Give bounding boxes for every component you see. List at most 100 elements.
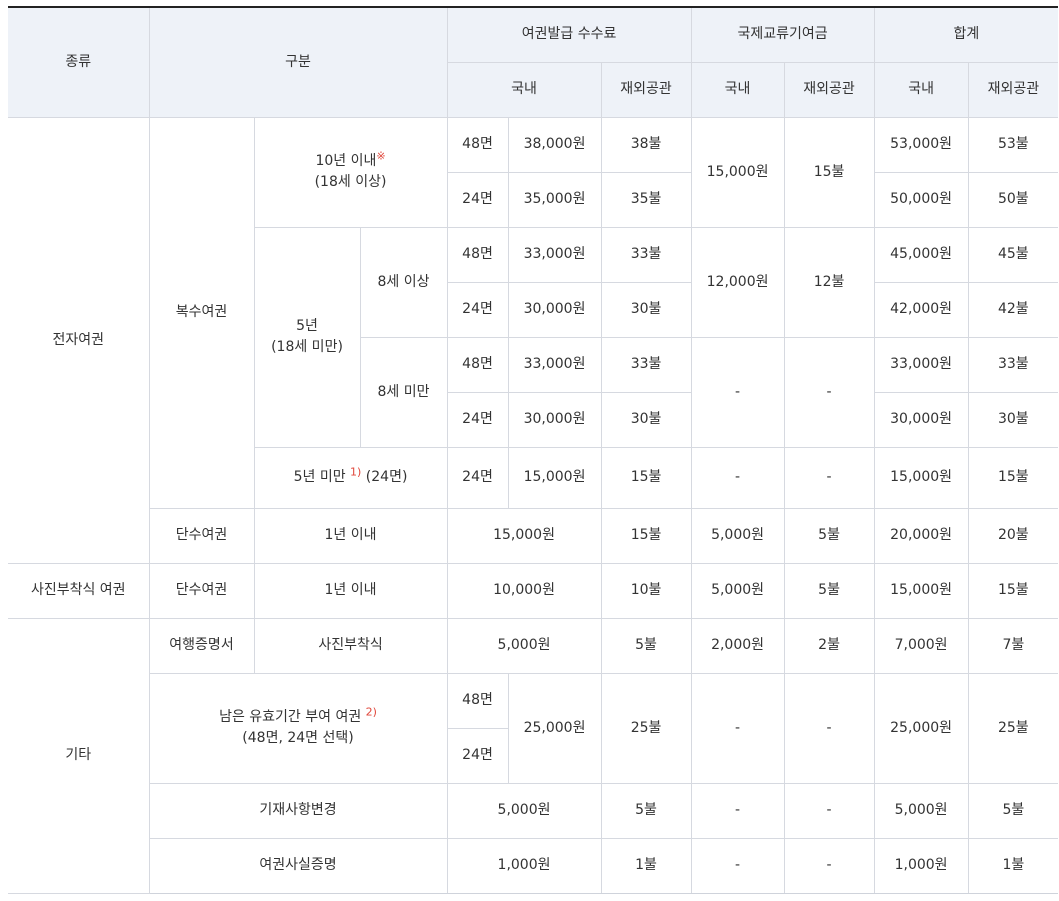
header-issue-overseas: 재외공관 [600,61,692,118]
issue-fee-domestic: 38,000원 [507,116,602,173]
total-overseas: 53불 [967,116,1059,173]
header-issue-domestic: 국내 [447,61,602,118]
category-ten-years: 10년 이내※ (18세 이상) [253,116,448,228]
issue-fee-overseas: 35불 [600,171,692,228]
category-under-five-years: 5년 미만 1) (24면) [254,446,448,509]
category-remaining-validity: 남은 유효기간 부여 여권 2) (48면, 24면 선택) [149,672,448,784]
category-multiple-passport: 복수여권 [148,116,255,509]
age-18-under-label: (18세 미만) [271,339,343,355]
table-row: 기타 여행증명서 사진부착식 5,000원 5불 2,000원 2불 7,000… [8,617,1059,894]
issue-fee-overseas: 33불 [600,336,692,393]
issue-fee-domestic: 30,000원 [507,391,602,448]
table-row: 단수여권 1년 이내 15,000원 15불 5,000원 5불 20,000원… [8,507,1059,564]
remaining-validity-label: 남은 유효기간 부여 여권 [219,709,362,725]
fund-domestic: - [690,837,785,894]
fund-overseas: 15불 [783,116,875,228]
issue-fee-overseas: 30불 [600,391,692,448]
issue-fee-overseas: 15불 [600,507,692,564]
fund-domestic: - [690,446,785,509]
total-domestic: 45,000원 [873,226,969,283]
total-overseas: 42불 [967,281,1059,338]
issue-fee-domestic: 5,000원 [446,782,602,839]
fund-overseas: - [783,837,875,894]
pages-cell: 48면 [446,336,509,393]
type-epassport: 전자여권 [8,116,150,564]
total-domestic: 50,000원 [873,171,969,228]
total-overseas: 25불 [967,672,1059,784]
fund-domestic: 5,000원 [690,562,785,619]
issue-fee-overseas: 30불 [600,281,692,338]
issue-fee-domestic: 33,000원 [507,336,602,393]
total-domestic: 20,000원 [873,507,969,564]
fund-overseas: 12불 [783,226,875,338]
type-other: 기타 [8,617,150,894]
pages-cell: 48면 [446,226,509,283]
header-row-1: 종류 구분 여권발급 수수료 국제교류기여금 합계 [8,6,1059,118]
header-fund-overseas: 재외공관 [783,61,875,118]
category-age-8-over: 8세 이상 [359,226,448,338]
five-years-label: 5년 [296,318,318,334]
remaining-validity-choice: (48면, 24면 선택) [242,730,354,746]
total-domestic: 15,000원 [873,562,969,619]
pages-cell: 24면 [447,727,509,784]
header-fund-domestic: 국내 [690,61,785,118]
total-domestic: 42,000원 [873,281,969,338]
header-exchange-fund: 국제교류기여금 [690,6,875,63]
category-single-passport: 단수여권 [148,562,255,619]
total-domestic: 33,000원 [873,336,969,393]
table-row: 사진부착식 여권 단수여권 1년 이내 10,000원 10불 5,000원 5… [8,562,1059,619]
total-domestic: 7,000원 [873,617,969,674]
total-domestic: 1,000원 [873,837,969,894]
fund-overseas: 5불 [783,562,875,619]
pages-cell: 24면 [447,171,509,228]
total-overseas: 15불 [967,562,1059,619]
pages-cell: 24면 [447,281,509,338]
total-domestic: 5,000원 [873,782,969,839]
fund-domestic: 15,000원 [690,116,785,228]
total-overseas: 20불 [967,507,1059,564]
issue-fee-overseas: 38불 [600,116,692,173]
ten-years-label: 10년 이내 [315,153,377,169]
total-domestic: 25,000원 [873,672,969,784]
issue-fee-domestic: 15,000원 [507,446,602,509]
table-row: 기재사항변경 5,000원 5불 - - 5,000원 5불 [8,782,1059,839]
total-overseas: 1불 [967,837,1059,894]
under-five-years-label: 5년 미만 [293,469,346,485]
header-total-overseas: 재외공관 [967,61,1059,118]
pages-cell: 48면 [446,116,509,173]
total-overseas: 33불 [967,336,1059,393]
remaining-validity-note-mark: 2) [365,705,377,719]
issue-fee-domestic: 1,000원 [446,837,602,894]
total-overseas: 15불 [967,446,1059,509]
category-five-years: 5년 (18세 미만) [254,226,361,448]
category-within-one-year: 1년 이내 [253,562,448,619]
fund-overseas: - [783,336,875,448]
total-overseas: 50불 [967,171,1059,228]
pages-cell: 48면 [446,672,509,729]
issue-fee-domestic: 15,000원 [446,507,602,564]
fund-domestic: 5,000원 [690,507,785,564]
category-travel-certificate: 여행증명서 [148,617,255,674]
header-issue-fee: 여권발급 수수료 [446,6,692,63]
issue-fee-overseas: 33불 [600,226,692,283]
issue-fee-overseas: 10불 [600,562,692,619]
total-overseas: 5불 [967,782,1059,839]
issue-fee-overseas: 1불 [600,837,692,894]
under-five-years-pages: (24면) [361,469,408,485]
ten-years-note-mark: ※ [376,149,386,163]
passport-fee-table: 종류 구분 여권발급 수수료 국제교류기여금 합계 국내 재외공관 국내 재외공… [8,6,1059,894]
category-within-one-year: 1년 이내 [253,507,448,564]
total-overseas: 30불 [967,391,1059,448]
fund-domestic: 2,000원 [690,617,785,674]
category-fact-certificate: 여권사실증명 [149,837,448,894]
total-overseas: 45불 [967,226,1059,283]
issue-fee-domestic: 30,000원 [507,281,602,338]
table-row: 전자여권 복수여권 10년 이내※ (18세 이상) 48면 38,000원 3… [8,116,1059,564]
under-five-years-note-mark: 1) [350,465,362,479]
table-row: 여권사실증명 1,000원 1불 - - 1,000원 1불 [8,837,1059,894]
fund-overseas: 2불 [783,617,875,674]
type-photo-passport: 사진부착식 여권 [8,562,150,619]
fund-domestic: - [690,672,785,784]
total-overseas: 7불 [967,617,1059,674]
age-18-over-label: (18세 이상) [314,174,387,190]
